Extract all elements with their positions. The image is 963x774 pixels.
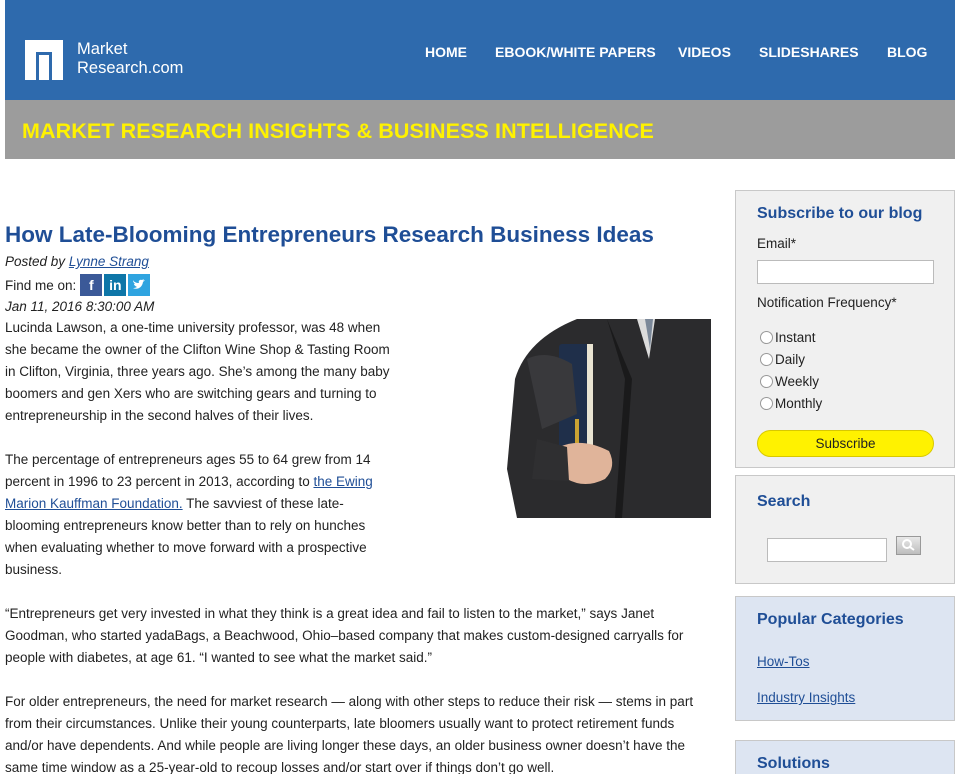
nav-videos[interactable]: VIDEOS	[678, 44, 731, 60]
article-title[interactable]: How Late-Blooming Entrepreneurs Research…	[5, 222, 715, 248]
radio-circle-icon[interactable]	[760, 331, 773, 344]
radio-circle-icon[interactable]	[760, 397, 773, 410]
search-button[interactable]	[896, 536, 921, 555]
search-icon	[902, 539, 915, 551]
author-link[interactable]: Lynne Strang	[69, 254, 149, 269]
paragraph-3: “Entrepreneurs get very invested in what…	[5, 606, 684, 665]
subscribe-button[interactable]: Subscribe	[757, 430, 934, 457]
category-industry-insights[interactable]: Industry Insights	[757, 690, 855, 705]
solutions-box: Solutions	[735, 740, 955, 774]
solutions-title: Solutions	[757, 755, 830, 772]
radio-daily[interactable]: Daily	[760, 352, 805, 367]
email-field[interactable]	[757, 260, 934, 284]
radio-monthly[interactable]: Monthly	[760, 396, 822, 411]
twitter-icon[interactable]	[128, 274, 151, 296]
email-label: Email*	[757, 236, 797, 251]
search-box: Search	[735, 475, 955, 584]
subscribe-title: Subscribe to our blog	[757, 205, 923, 222]
nav-ebook-white-papers[interactable]: EBOOK/WHITE PAPERS	[495, 44, 656, 60]
nav-blog[interactable]: BLOG	[887, 44, 927, 60]
paragraph-1: Lucinda Lawson, a one-time university pr…	[5, 320, 390, 423]
popular-categories-box: Popular Categories How-Tos Industry Insi…	[735, 596, 955, 721]
main-nav: HOME EBOOK/WHITE PAPERS VIDEOS SLIDESHAR…	[5, 44, 955, 64]
social-links: Find me on: f in	[5, 274, 715, 296]
nav-home[interactable]: HOME	[425, 44, 467, 60]
radio-instant[interactable]: Instant	[760, 330, 816, 345]
businessman-with-book-image	[487, 319, 711, 518]
linkedin-icon[interactable]: in	[104, 274, 127, 296]
posted-by-label: Posted by	[5, 254, 66, 269]
nav-slideshares[interactable]: SLIDESHARES	[759, 44, 859, 60]
paragraph-4: For older entrepreneurs, the need for ma…	[5, 694, 694, 774]
category-how-tos[interactable]: How-Tos	[757, 654, 810, 669]
facebook-icon[interactable]: f	[80, 274, 103, 296]
search-input[interactable]	[767, 538, 887, 562]
search-title: Search	[757, 493, 811, 510]
article-byline: Posted by Lynne Strang	[5, 254, 715, 270]
subscribe-box: Subscribe to our blog Email* Notificatio…	[735, 190, 955, 468]
find-me-label: Find me on:	[5, 277, 77, 293]
site-header: Market Research.com HOME EBOOK/WHITE PAP…	[5, 0, 955, 100]
paragraph-2: The percentage of entrepreneurs ages 55 …	[5, 452, 373, 577]
frequency-label: Notification Frequency*	[757, 295, 897, 310]
section-banner: MARKET RESEARCH INSIGHTS & BUSINESS INTE…	[5, 100, 955, 159]
radio-circle-icon[interactable]	[760, 375, 773, 388]
banner-title: MARKET RESEARCH INSIGHTS & BUSINESS INTE…	[22, 119, 654, 143]
radio-weekly[interactable]: Weekly	[760, 374, 819, 389]
article-date: Jan 11, 2016 8:30:00 AM	[5, 299, 155, 314]
article: How Late-Blooming Entrepreneurs Research…	[5, 222, 715, 774]
categories-title: Popular Categories	[757, 611, 904, 628]
radio-circle-icon[interactable]	[760, 353, 773, 366]
